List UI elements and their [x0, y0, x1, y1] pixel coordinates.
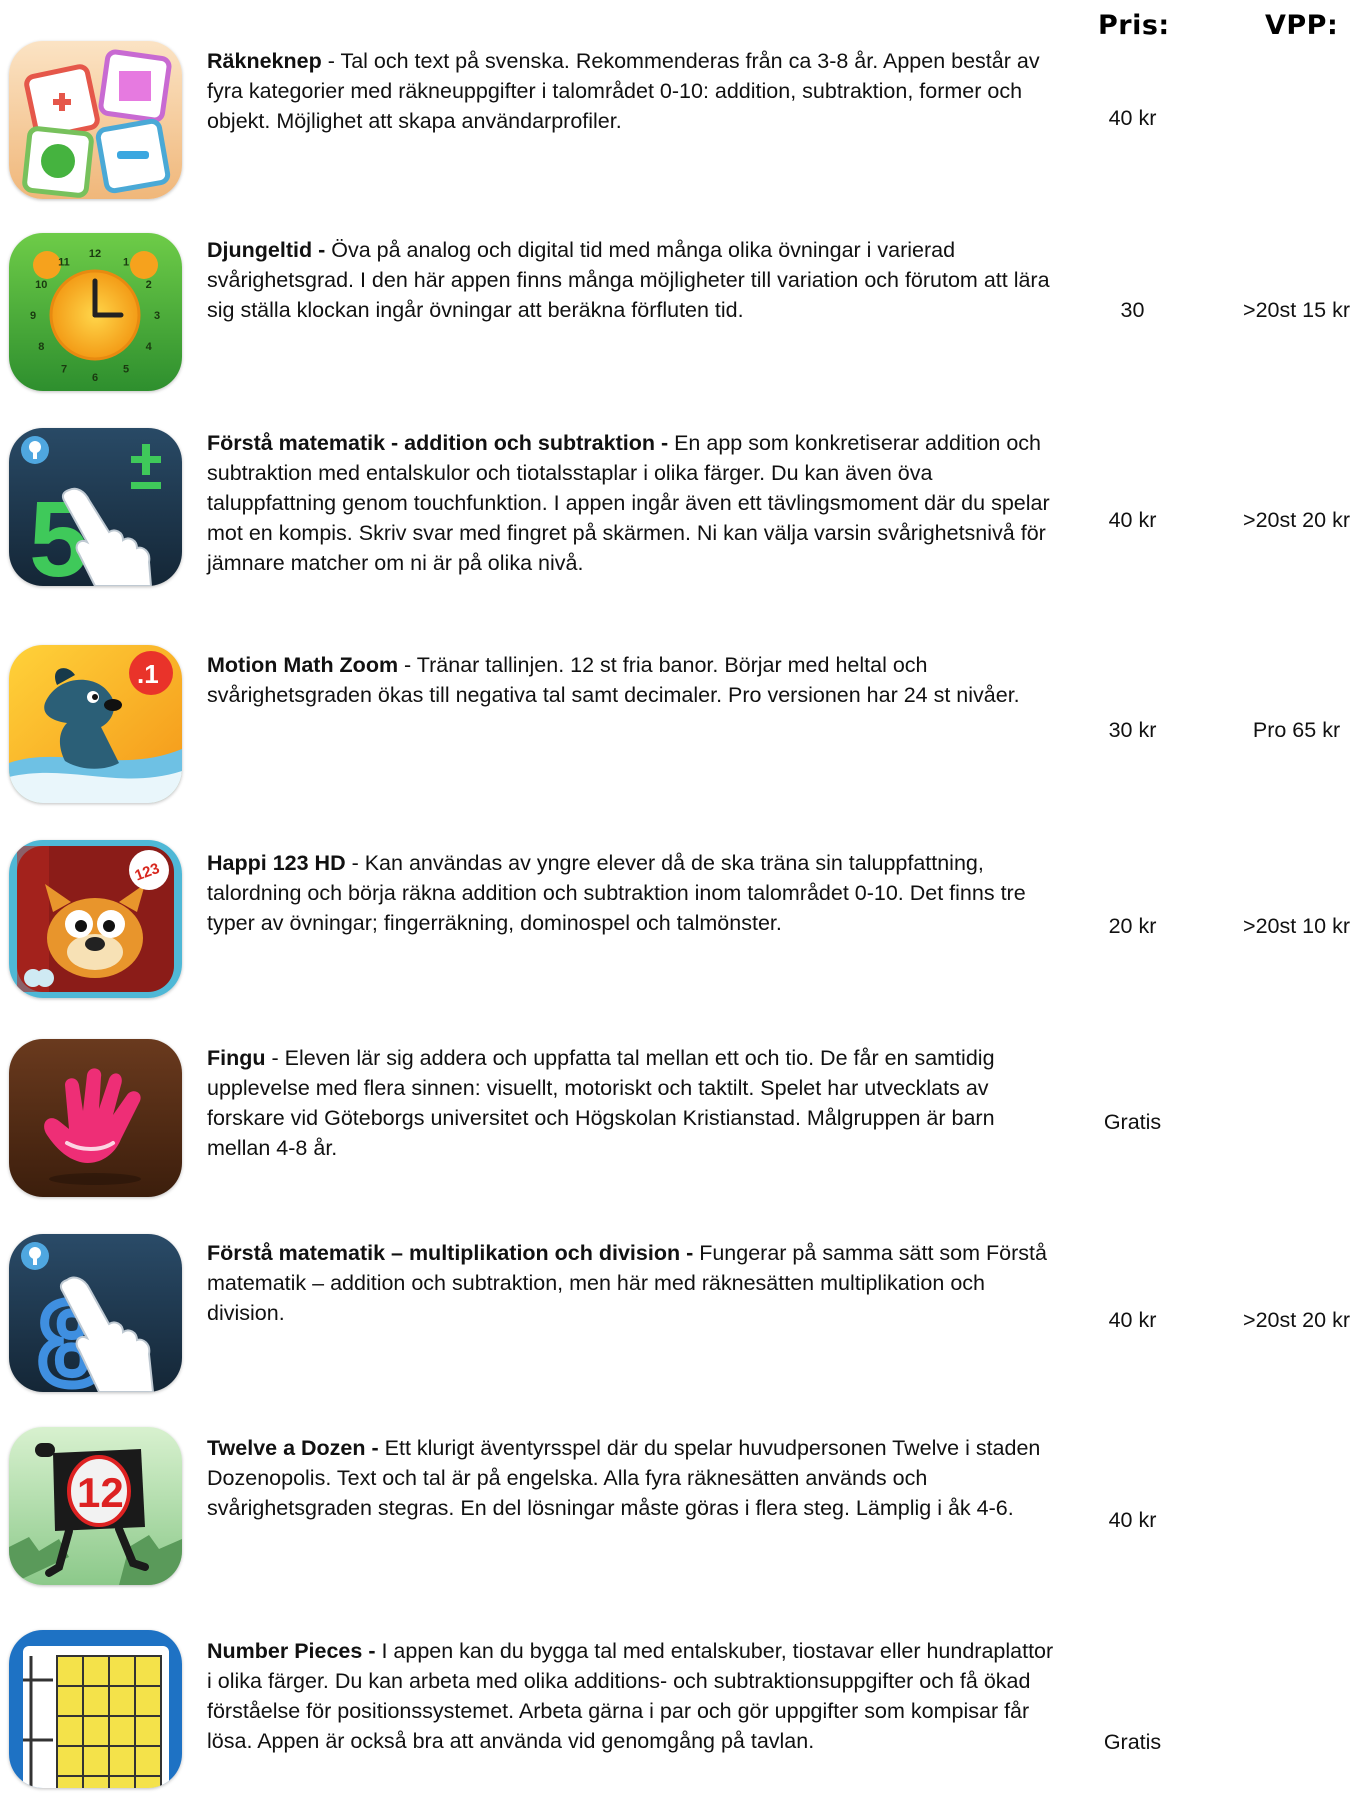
clock-numeral: 2 [146, 279, 152, 291]
app-vpp: >20st 20 kr [1243, 1308, 1350, 1332]
clock-numeral: 12 [89, 248, 101, 260]
eight-finger-icon: 8 [9, 1234, 182, 1392]
clock-numeral: 1 [123, 256, 129, 268]
vpp-column-header: VPP: [1265, 10, 1339, 41]
app-price: 30 kr [1108, 718, 1157, 742]
clock-numeral: 7 [61, 364, 67, 376]
clock-numeral: 4 [146, 341, 153, 353]
app-name: Djungeltid - [207, 238, 326, 262]
app-vpp: >20st 15 kr [1243, 298, 1350, 322]
app-name: Förstå matematik – multiplikation och di… [207, 1241, 694, 1265]
clock-numeral: 6 [92, 372, 98, 384]
app-price: 20 kr [1108, 914, 1157, 938]
app-name: Motion Math Zoom [207, 653, 399, 677]
app-description: Number Pieces - I appen kan du bygga tal… [207, 1636, 1057, 1756]
five-plus-minus-finger-icon: 5 [9, 428, 182, 586]
app-price: 40 kr [1108, 106, 1157, 130]
pink-hand-icon [9, 1039, 182, 1197]
clock-numeral: 11 [58, 256, 70, 268]
clock-numeral: 3 [154, 310, 160, 322]
app-name: Räkneknep [207, 49, 322, 73]
app-description-text: Öva på analog och digital tid med många … [207, 238, 1050, 322]
app-price: 30 [1120, 298, 1145, 322]
app-description: Förstå matematik – multiplikation och di… [207, 1238, 1057, 1328]
app-name: Twelve a Dozen - [207, 1436, 379, 1460]
clock-numeral: 9 [30, 310, 36, 322]
zoom-dog-icon: .1 [9, 645, 182, 803]
app-name: Fingu [207, 1046, 266, 1070]
app-description: Djungeltid - Öva på analog och digital t… [207, 235, 1057, 325]
app-description: Räkneknep - Tal och text på svenska. Rek… [207, 49, 1040, 133]
grid-pieces-icon [9, 1630, 182, 1788]
app-name: Förstå matematik - addition och subtrakt… [207, 431, 669, 455]
price-column-header: Pris: [1098, 10, 1170, 41]
app-description-text: Eleven lär sig addera och uppfatta tal m… [207, 1046, 995, 1160]
app-name: Number Pieces - [207, 1639, 376, 1663]
clock-numeral: 5 [123, 364, 129, 376]
app-name: Happi 123 HD [207, 851, 346, 875]
app-vpp: Pro 65 kr [1252, 718, 1341, 742]
twelve-character-icon: 12 [9, 1427, 182, 1585]
icon-decimal: .1 [137, 659, 159, 689]
app-price: Gratis [1103, 1730, 1162, 1754]
app-description: Fingu - Eleven lär sig addera och uppfat… [207, 1046, 995, 1160]
app-vpp: >20st 10 kr [1243, 914, 1350, 938]
app-description: Motion Math Zoom - Tränar tallinjen. 12 … [207, 653, 1020, 707]
app-description: Twelve a Dozen - Ett klurigt äventyrsspe… [207, 1433, 1057, 1523]
clock-numeral: 8 [38, 341, 44, 353]
app-price: 40 kr [1108, 1308, 1157, 1332]
happi-monster-icon: 123 [9, 840, 182, 998]
icon-number: 12 [77, 1469, 124, 1516]
plus-minus-cards-icon [9, 41, 182, 199]
app-price: Gratis [1103, 1110, 1162, 1134]
app-vpp: >20st 20 kr [1243, 508, 1350, 532]
app-price: 40 kr [1108, 508, 1157, 532]
app-price: 40 kr [1108, 1508, 1157, 1532]
app-description: Förstå matematik - addition och subtrakt… [207, 428, 1057, 578]
app-description: Happi 123 HD - Kan användas av yngre ele… [207, 851, 1026, 935]
clock-icon: 12 1 2 3 4 5 6 7 8 9 10 11 [9, 233, 182, 391]
clock-numeral: 10 [35, 279, 47, 291]
